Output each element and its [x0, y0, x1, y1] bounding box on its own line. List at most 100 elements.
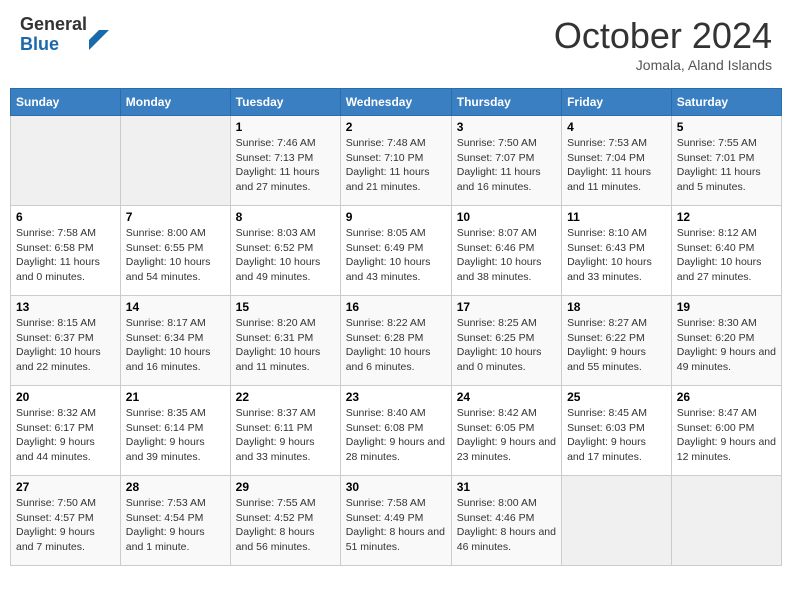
weekday-header-saturday: Saturday — [671, 89, 781, 116]
location: Jomala, Aland Islands — [554, 57, 772, 73]
day-detail: Sunrise: 7:46 AMSunset: 7:13 PMDaylight:… — [236, 136, 335, 195]
logo-blue: Blue — [20, 35, 87, 55]
calendar-cell: 16 Sunrise: 8:22 AMSunset: 6:28 PMDayligh… — [340, 296, 451, 386]
calendar-week-row: 6 Sunrise: 7:58 AMSunset: 6:58 PMDaylight… — [11, 206, 782, 296]
day-number: 21 — [126, 390, 225, 404]
day-detail: Sunrise: 8:45 AMSunset: 6:03 PMDaylight:… — [567, 406, 666, 465]
day-number: 28 — [126, 480, 225, 494]
calendar-cell: 10 Sunrise: 8:07 AMSunset: 6:46 PMDayligh… — [451, 206, 561, 296]
page-header: General Blue October 2024 Jomala, Aland … — [10, 10, 782, 78]
calendar-cell — [120, 116, 230, 206]
day-detail: Sunrise: 8:05 AMSunset: 6:49 PMDaylight:… — [346, 226, 446, 285]
day-detail: Sunrise: 7:53 AMSunset: 7:04 PMDaylight:… — [567, 136, 666, 195]
day-number: 18 — [567, 300, 666, 314]
day-number: 16 — [346, 300, 446, 314]
weekday-header-row: SundayMondayTuesdayWednesdayThursdayFrid… — [11, 89, 782, 116]
calendar-cell: 24 Sunrise: 8:42 AMSunset: 6:05 PMDayligh… — [451, 386, 561, 476]
day-detail: Sunrise: 7:58 AMSunset: 6:58 PMDaylight:… — [16, 226, 115, 285]
day-detail: Sunrise: 8:17 AMSunset: 6:34 PMDaylight:… — [126, 316, 225, 375]
logo-icon — [89, 20, 109, 50]
calendar-cell: 21 Sunrise: 8:35 AMSunset: 6:14 PMDayligh… — [120, 386, 230, 476]
day-number: 19 — [677, 300, 776, 314]
day-detail: Sunrise: 8:37 AMSunset: 6:11 PMDaylight:… — [236, 406, 335, 465]
day-detail: Sunrise: 8:03 AMSunset: 6:52 PMDaylight:… — [236, 226, 335, 285]
calendar-body: 1 Sunrise: 7:46 AMSunset: 7:13 PMDaylight… — [11, 116, 782, 566]
weekday-header-wednesday: Wednesday — [340, 89, 451, 116]
day-number: 1 — [236, 120, 335, 134]
calendar-cell: 18Sunrise: 8:27 AMSunset: 6:22 PMDayligh… — [562, 296, 672, 386]
day-number: 2 — [346, 120, 446, 134]
day-detail: Sunrise: 7:58 AMSunset: 4:49 PMDaylight:… — [346, 496, 446, 555]
calendar-cell: 28 Sunrise: 7:53 AMSunset: 4:54 PMDayligh… — [120, 476, 230, 566]
calendar-cell: 19 Sunrise: 8:30 AMSunset: 6:20 PMDayligh… — [671, 296, 781, 386]
calendar-cell: 2 Sunrise: 7:48 AMSunset: 7:10 PMDaylight… — [340, 116, 451, 206]
calendar-cell: 31Sunrise: 8:00 AMSunset: 4:46 PMDayligh… — [451, 476, 561, 566]
calendar-cell: 13 Sunrise: 8:15 AMSunset: 6:37 PMDayligh… — [11, 296, 121, 386]
calendar-week-row: 27Sunrise: 7:50 AMSunset: 4:57 PMDayligh… — [11, 476, 782, 566]
calendar-week-row: 13 Sunrise: 8:15 AMSunset: 6:37 PMDayligh… — [11, 296, 782, 386]
day-number: 25 — [567, 390, 666, 404]
day-detail: Sunrise: 7:50 AMSunset: 7:07 PMDaylight:… — [457, 136, 556, 195]
weekday-header-monday: Monday — [120, 89, 230, 116]
day-detail: Sunrise: 7:48 AMSunset: 7:10 PMDaylight:… — [346, 136, 446, 195]
day-detail: Sunrise: 7:55 AMSunset: 7:01 PMDaylight:… — [677, 136, 776, 195]
calendar-cell: 5 Sunrise: 7:55 AMSunset: 7:01 PMDaylight… — [671, 116, 781, 206]
day-number: 24 — [457, 390, 556, 404]
calendar-cell: 14Sunrise: 8:17 AMSunset: 6:34 PMDayligh… — [120, 296, 230, 386]
calendar-cell: 3 Sunrise: 7:50 AMSunset: 7:07 PMDaylight… — [451, 116, 561, 206]
day-number: 31 — [457, 480, 556, 494]
day-detail: Sunrise: 7:53 AMSunset: 4:54 PMDaylight:… — [126, 496, 225, 555]
calendar-cell: 12 Sunrise: 8:12 AMSunset: 6:40 PMDayligh… — [671, 206, 781, 296]
day-number: 6 — [16, 210, 115, 224]
day-number: 23 — [346, 390, 446, 404]
weekday-header-friday: Friday — [562, 89, 672, 116]
day-number: 10 — [457, 210, 556, 224]
calendar-cell: 22 Sunrise: 8:37 AMSunset: 6:11 PMDayligh… — [230, 386, 340, 476]
day-number: 22 — [236, 390, 335, 404]
day-number: 7 — [126, 210, 225, 224]
calendar-cell: 9 Sunrise: 8:05 AMSunset: 6:49 PMDaylight… — [340, 206, 451, 296]
calendar-week-row: 20 Sunrise: 8:32 AMSunset: 6:17 PMDayligh… — [11, 386, 782, 476]
calendar-cell: 11Sunrise: 8:10 AMSunset: 6:43 PMDayligh… — [562, 206, 672, 296]
calendar-cell: 25 Sunrise: 8:45 AMSunset: 6:03 PMDayligh… — [562, 386, 672, 476]
day-detail: Sunrise: 8:25 AMSunset: 6:25 PMDaylight:… — [457, 316, 556, 375]
weekday-header-tuesday: Tuesday — [230, 89, 340, 116]
calendar-cell: 29Sunrise: 7:55 AMSunset: 4:52 PMDayligh… — [230, 476, 340, 566]
title-block: October 2024 Jomala, Aland Islands — [554, 15, 772, 73]
day-number: 3 — [457, 120, 556, 134]
day-detail: Sunrise: 8:15 AMSunset: 6:37 PMDaylight:… — [16, 316, 115, 375]
calendar-table: SundayMondayTuesdayWednesdayThursdayFrid… — [10, 88, 782, 566]
day-detail: Sunrise: 8:22 AMSunset: 6:28 PMDaylight:… — [346, 316, 446, 375]
calendar-cell: 20 Sunrise: 8:32 AMSunset: 6:17 PMDayligh… — [11, 386, 121, 476]
day-detail: Sunrise: 8:42 AMSunset: 6:05 PMDaylight:… — [457, 406, 556, 465]
calendar-cell: 8Sunrise: 8:03 AMSunset: 6:52 PMDaylight… — [230, 206, 340, 296]
weekday-header-sunday: Sunday — [11, 89, 121, 116]
day-number: 26 — [677, 390, 776, 404]
day-detail: Sunrise: 8:00 AMSunset: 6:55 PMDaylight:… — [126, 226, 225, 285]
day-detail: Sunrise: 8:32 AMSunset: 6:17 PMDaylight:… — [16, 406, 115, 465]
calendar-cell: 27Sunrise: 7:50 AMSunset: 4:57 PMDayligh… — [11, 476, 121, 566]
day-detail: Sunrise: 8:12 AMSunset: 6:40 PMDaylight:… — [677, 226, 776, 285]
day-number: 20 — [16, 390, 115, 404]
calendar-cell: 4 Sunrise: 7:53 AMSunset: 7:04 PMDaylight… — [562, 116, 672, 206]
day-number: 13 — [16, 300, 115, 314]
calendar-cell: 7 Sunrise: 8:00 AMSunset: 6:55 PMDaylight… — [120, 206, 230, 296]
day-detail: Sunrise: 8:07 AMSunset: 6:46 PMDaylight:… — [457, 226, 556, 285]
calendar-cell — [11, 116, 121, 206]
calendar-week-row: 1 Sunrise: 7:46 AMSunset: 7:13 PMDaylight… — [11, 116, 782, 206]
day-detail: Sunrise: 8:35 AMSunset: 6:14 PMDaylight:… — [126, 406, 225, 465]
day-number: 9 — [346, 210, 446, 224]
weekday-header-thursday: Thursday — [451, 89, 561, 116]
day-number: 5 — [677, 120, 776, 134]
calendar-cell: 15Sunrise: 8:20 AMSunset: 6:31 PMDayligh… — [230, 296, 340, 386]
calendar-cell: 1 Sunrise: 7:46 AMSunset: 7:13 PMDaylight… — [230, 116, 340, 206]
day-number: 4 — [567, 120, 666, 134]
day-detail: Sunrise: 8:30 AMSunset: 6:20 PMDaylight:… — [677, 316, 776, 375]
day-number: 11 — [567, 210, 666, 224]
calendar-cell: 26Sunrise: 8:47 AMSunset: 6:00 PMDayligh… — [671, 386, 781, 476]
day-number: 27 — [16, 480, 115, 494]
month-title: October 2024 — [554, 15, 772, 57]
day-number: 12 — [677, 210, 776, 224]
logo: General Blue — [20, 15, 109, 55]
calendar-cell — [562, 476, 672, 566]
